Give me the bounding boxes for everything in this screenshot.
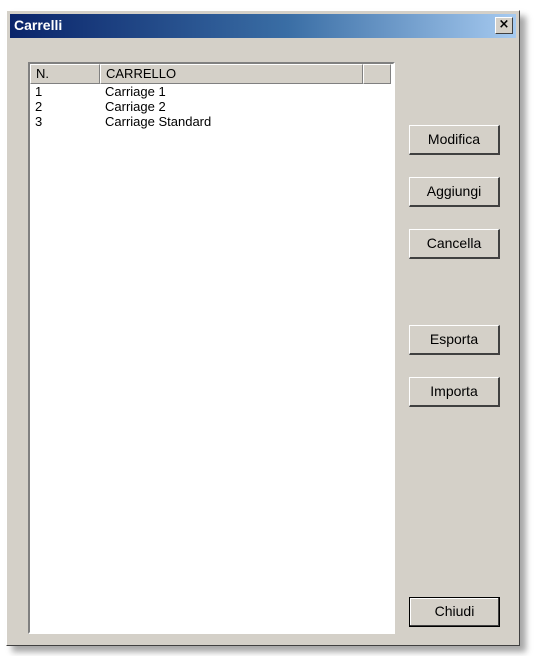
row-name: Carriage 1 bbox=[105, 84, 166, 99]
chiudi-button[interactable]: Chiudi bbox=[409, 597, 500, 627]
esporta-button[interactable]: Esporta bbox=[409, 325, 500, 355]
list-rows: 1 Carriage 1 2 Carriage 2 3 Carriage Sta… bbox=[30, 84, 393, 129]
aggiungi-button[interactable]: Aggiungi bbox=[409, 177, 500, 207]
row-number: 2 bbox=[35, 99, 43, 114]
row-number: 3 bbox=[35, 114, 43, 129]
title-bar[interactable]: Carrelli × bbox=[10, 14, 516, 38]
carrelli-list[interactable]: N. CARRELLO 1 Carriage 1 2 Carriage 2 3 … bbox=[28, 62, 395, 634]
close-icon: × bbox=[498, 17, 510, 32]
column-header-n[interactable]: N. bbox=[30, 64, 100, 84]
list-item[interactable]: 3 Carriage Standard bbox=[30, 114, 393, 129]
row-name: Carriage 2 bbox=[105, 99, 166, 114]
list-item[interactable]: 1 Carriage 1 bbox=[30, 84, 393, 99]
cancella-button[interactable]: Cancella bbox=[409, 229, 500, 259]
row-name: Carriage Standard bbox=[105, 114, 212, 129]
list-item[interactable]: 2 Carriage 2 bbox=[30, 99, 393, 114]
column-header-carrello[interactable]: CARRELLO bbox=[100, 64, 363, 84]
list-header: N. CARRELLO bbox=[30, 64, 393, 84]
column-header-filler bbox=[363, 64, 391, 84]
importa-button[interactable]: Importa bbox=[409, 377, 500, 407]
row-number: 1 bbox=[35, 84, 43, 99]
close-button[interactable]: × bbox=[495, 17, 513, 34]
window-title: Carrelli bbox=[14, 17, 63, 33]
carrelli-dialog: Carrelli × N. CARRELLO 1 Carriage 1 2 Ca… bbox=[6, 10, 520, 646]
modifica-button[interactable]: Modifica bbox=[409, 125, 500, 155]
